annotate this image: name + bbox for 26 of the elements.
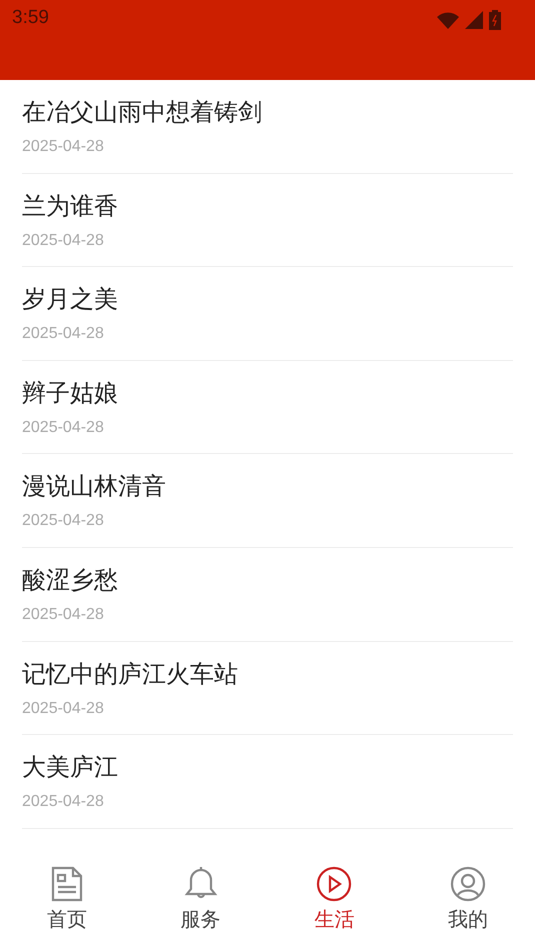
- article-date: 2025-04-28: [22, 230, 104, 251]
- article-date: 2025-04-28: [22, 137, 104, 157]
- article-date: 2025-04-28: [22, 324, 104, 344]
- nav-tab[interactable]: 生活: [268, 858, 402, 951]
- article-title[interactable]: 记忆中的庐江火车站: [22, 658, 238, 690]
- article-title[interactable]: 辫子姑娘: [22, 376, 118, 409]
- article-title[interactable]: 大美庐江: [22, 751, 118, 784]
- nav-tab[interactable]: 服务: [134, 858, 268, 951]
- wifi-icon: [437, 12, 459, 28]
- article-date: 2025-04-28: [22, 418, 104, 438]
- article-date: 2025-04-28: [22, 604, 104, 625]
- article-title[interactable]: 在冶父山雨中想着铸剑: [22, 96, 262, 128]
- article-date: 2025-04-28: [22, 792, 104, 812]
- article-title[interactable]: 漫说山林清音: [22, 470, 166, 502]
- article-title[interactable]: 酸涩乡愁: [22, 564, 118, 596]
- battery-icon: [489, 10, 501, 30]
- play-icon: [316, 866, 352, 902]
- article-title[interactable]: 兰为谁香: [22, 190, 118, 222]
- article-title[interactable]: 岁月之美: [22, 283, 118, 316]
- signal-icon: [465, 11, 483, 29]
- nav-tab[interactable]: 我的: [401, 858, 535, 951]
- article-date: 2025-04-28: [22, 511, 104, 532]
- status-time: 3:59: [12, 6, 49, 30]
- user-icon: [450, 866, 486, 902]
- article-date: 2025-04-28: [22, 698, 104, 719]
- nav-tab[interactable]: 首页: [0, 858, 134, 951]
